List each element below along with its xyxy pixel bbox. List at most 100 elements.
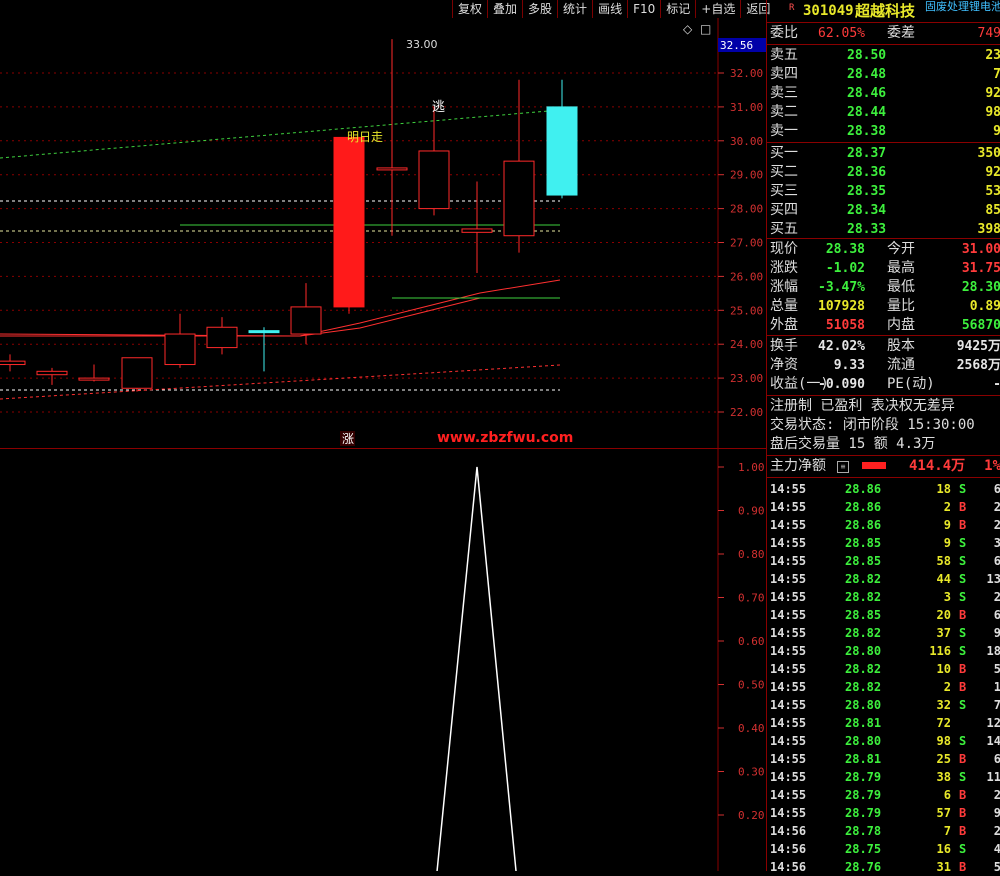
toolbar-button-multi-stock[interactable]: 多股	[522, 0, 557, 18]
stat-row-value: 107928	[818, 299, 865, 314]
price-tick-label: 26.00	[730, 270, 763, 283]
trade-row[interactable]: 14:55 28.85 9 S 3	[767, 534, 1000, 552]
candle-body[interactable]	[121, 357, 153, 389]
candle-body[interactable]	[290, 306, 322, 335]
bid-row-price: 28.34	[847, 203, 887, 218]
trade-row[interactable]: 14:55 28.82 37 S 9	[767, 624, 1000, 642]
stat-row-label: 涨跌	[770, 260, 798, 276]
bid-row[interactable]: 买五 28.33 398	[767, 220, 1000, 239]
trade-row[interactable]: 14:55 28.82 10 B 5	[767, 660, 1000, 678]
ask-row-volume: 98	[985, 105, 1000, 120]
trade-row[interactable]: 14:55 28.80 116 S 18	[767, 642, 1000, 660]
price-tick-label: 22.00	[730, 406, 763, 419]
toolbar-button-f10[interactable]: F10	[627, 0, 660, 18]
trade-time: 14:55	[770, 536, 807, 550]
netflow-row[interactable]: 主力净额 ≡ 414.4万 1%	[767, 457, 1000, 476]
trade-row[interactable]: 14:55 28.80 98 S 14	[767, 732, 1000, 750]
bid-row[interactable]: 买四 28.34 85	[767, 201, 1000, 220]
candle-body[interactable]	[78, 377, 110, 381]
trade-row[interactable]: 14:55 28.79 6 B 2	[767, 786, 1000, 804]
trade-row[interactable]: 14:55 28.82 3 S 2	[767, 588, 1000, 606]
trading-status: 交易状态: 闭市阶段 15:30:00	[770, 417, 975, 433]
trade-side: B	[959, 752, 967, 766]
trade-count: 2	[993, 590, 1000, 604]
trade-row[interactable]: 14:55 28.82 44 S 13	[767, 570, 1000, 588]
ask-row-volume: 7	[993, 67, 1000, 82]
bid-row[interactable]: 买一 28.37 350	[767, 144, 1000, 163]
ask-row-price: 28.50	[847, 48, 887, 63]
info-row-1: 注册制 已盈利 表决权无差异	[767, 397, 1000, 416]
toolbar-button-add-watchlist[interactable]: +自选	[695, 0, 740, 18]
ask-row[interactable]: 卖三 28.46 92	[767, 84, 1000, 103]
trade-price: 28.86	[845, 518, 882, 532]
trade-row[interactable]: 14:55 28.81 72 12	[767, 714, 1000, 732]
trade-time: 14:55	[770, 554, 807, 568]
stat-row-label2: 最低	[887, 279, 915, 295]
square-icon[interactable]: □	[700, 22, 711, 36]
trade-row[interactable]: 14:55 28.79 38 S 11	[767, 768, 1000, 786]
trade-price: 28.85	[845, 536, 882, 550]
price-tick-label: 29.00	[730, 169, 763, 182]
trade-row[interactable]: 14:56 28.76 31 B 5	[767, 858, 1000, 876]
trade-row[interactable]: 14:56 28.75 16 S 4	[767, 840, 1000, 858]
toolbar-button-fuquan[interactable]: 复权	[452, 0, 487, 18]
fund-row-value2: -	[993, 375, 1000, 394]
trade-row[interactable]: 14:55 28.80 32 S 7	[767, 696, 1000, 714]
trade-row[interactable]: 14:55 28.82 2 B 1	[767, 678, 1000, 696]
trade-row[interactable]: 14:55 28.85 20 B 6	[767, 606, 1000, 624]
candle-body[interactable]	[36, 370, 68, 376]
candle-body[interactable]	[206, 326, 238, 349]
divider	[767, 142, 1000, 143]
trade-row[interactable]: 14:55 28.79 57 B 9	[767, 804, 1000, 822]
toolbar-button-overlay[interactable]: 叠加	[487, 0, 522, 18]
netflow-label: 主力净额	[770, 458, 826, 474]
toolbar-button-statistics[interactable]: 统计	[557, 0, 592, 18]
candle-body[interactable]	[164, 333, 196, 366]
bid-row-label: 买四	[770, 202, 798, 218]
candlestick-chart[interactable]: 32.56 32.00 31.00 30.00 29.00 28.00 27.00 26.0…	[0, 18, 766, 448]
candle-body[interactable]	[0, 360, 26, 366]
ask-row[interactable]: 卖四 28.48 7	[767, 65, 1000, 84]
diamond-icon[interactable]: ◇	[683, 22, 693, 36]
ask-row-label: 卖四	[770, 66, 798, 82]
candle-body[interactable]	[503, 160, 535, 237]
info-row-3: 盘后交易量 15 额 4.3万	[767, 435, 1000, 454]
stat-row-value2: 28.30	[961, 280, 1000, 295]
trade-side: S	[959, 626, 967, 640]
trade-volume: 37	[936, 626, 951, 640]
candle-body[interactable]	[546, 106, 578, 196]
limit-up-marker: 涨	[342, 431, 354, 446]
trade-side: S	[959, 734, 967, 748]
trade-side: S	[959, 644, 967, 658]
bid-row[interactable]: 买二 28.36 92	[767, 163, 1000, 182]
trade-price: 28.76	[845, 860, 882, 874]
trade-row[interactable]: 14:55 28.85 58 S 6	[767, 552, 1000, 570]
bid-row[interactable]: 买三 28.35 53	[767, 182, 1000, 201]
ask-row[interactable]: 卖二 28.44 98	[767, 103, 1000, 122]
candle-body[interactable]	[333, 136, 365, 308]
candle-body[interactable]	[248, 330, 280, 334]
toolbar-button-draw-line[interactable]: 画线	[592, 0, 627, 18]
chart-toolbar: 复权 叠加 多股 统计 画线 F10 标记 +自选 返回	[452, 0, 775, 18]
toolbar-button-mark[interactable]: 标记	[660, 0, 695, 18]
ask-row[interactable]: 卖五 28.50 23	[767, 46, 1000, 65]
indicator-tick-label: 0.80	[738, 548, 765, 561]
ask-row[interactable]: 卖一 28.38 9	[767, 122, 1000, 141]
menu-icon[interactable]: ≡	[837, 461, 849, 473]
price-axis: 32.00 31.00 30.00 29.00 28.00 27.00 26.00 25.00…	[718, 67, 763, 419]
trade-row[interactable]: 14:56 28.78 7 B 2	[767, 822, 1000, 840]
stat-row-value: 51058	[825, 318, 865, 333]
trade-row[interactable]: 14:55 28.81 25 B 6	[767, 750, 1000, 768]
candle-body[interactable]	[461, 228, 493, 233]
tomorrow-annotation: 明日走	[347, 130, 383, 144]
trade-count: 2	[993, 518, 1000, 532]
trend-line-upper	[0, 109, 561, 159]
concept-tag[interactable]: 固废处理锂电池	[925, 0, 1000, 18]
trade-row[interactable]: 14:55 28.86 9 B 2	[767, 516, 1000, 534]
candle-body[interactable]	[418, 150, 450, 210]
indicator-chart[interactable]: 1.00 0.90 0.80 0.70 0.60 0.50 0.40 0.30 0.20	[0, 449, 766, 871]
trade-row[interactable]: 14:55 28.86 2 B 2	[767, 498, 1000, 516]
trade-count: 13	[986, 572, 1000, 586]
candle-body[interactable]	[376, 167, 408, 171]
trade-row[interactable]: 14:55 28.86 18 S 6	[767, 480, 1000, 498]
